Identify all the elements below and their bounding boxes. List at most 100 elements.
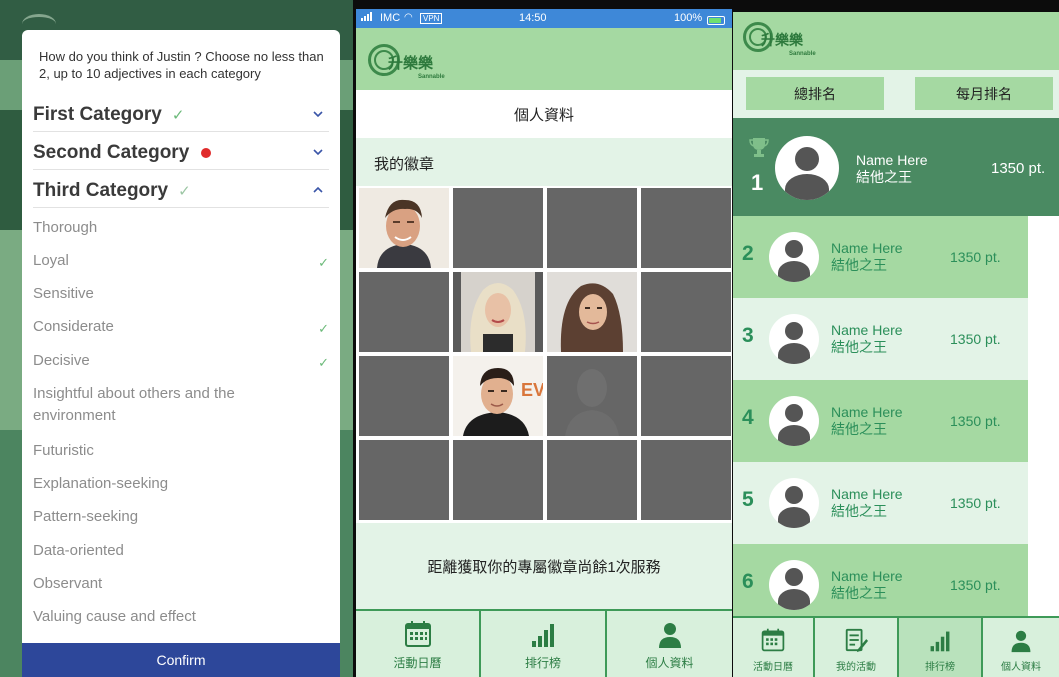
carrier-label: IMC — [380, 12, 401, 24]
adjective-label: Decisive — [33, 352, 90, 369]
category-first[interactable]: First Category ✓ — [33, 98, 329, 132]
badge-locked[interactable] — [547, 440, 637, 520]
app-logo: 升樂樂 Sannable — [743, 20, 833, 66]
badge-locked-silhouette[interactable] — [547, 356, 637, 436]
adjective-option[interactable]: Thorough — [33, 217, 329, 239]
rank-number: 3 — [742, 324, 754, 347]
adjective-label: Observant — [33, 575, 103, 592]
player-name: Name Here — [831, 240, 903, 256]
rank-number: 5 — [742, 488, 754, 511]
player-name: Name Here — [856, 152, 928, 168]
ranking-row[interactable]: 4 Name Here 結他之王 1350 pt. — [733, 380, 1028, 462]
badge-locked[interactable] — [359, 356, 449, 436]
rank-number: 2 — [742, 242, 754, 265]
nav-label: 我的活動 — [836, 662, 876, 673]
adjective-option[interactable]: Sensitive — [33, 283, 329, 305]
svg-text:EV: EV — [521, 380, 543, 400]
error-dot-icon — [201, 147, 212, 158]
player-points: 1350 pt. — [950, 413, 1001, 429]
player-title: 結他之王 — [831, 585, 887, 601]
adjective-option[interactable]: Insightful about others and the environm… — [33, 383, 273, 427]
category-third[interactable]: Third Category ✓ — [33, 174, 329, 208]
badge-photo-brunette-woman[interactable] — [547, 272, 637, 352]
avatar — [769, 314, 819, 364]
avatar — [769, 478, 819, 528]
person-icon — [658, 623, 681, 648]
badge-locked[interactable] — [641, 272, 731, 352]
tab-monthly-ranking[interactable]: 每月排名 — [915, 77, 1053, 110]
portrait-image: EV — [453, 356, 543, 436]
adjective-option[interactable]: Pattern-seeking — [33, 506, 329, 528]
chevron-down-icon[interactable] — [311, 145, 325, 159]
badges-heading: 我的徽章 — [356, 138, 732, 186]
ranking-row[interactable]: 3 Name Here 結他之王 1350 pt. — [733, 298, 1028, 380]
adjective-option[interactable]: Data-oriented — [33, 540, 329, 562]
chevron-down-icon[interactable] — [311, 107, 325, 121]
chevron-up-icon[interactable] — [311, 183, 325, 197]
adjective-option[interactable]: Decisive ✓ — [33, 350, 329, 372]
badge-locked[interactable] — [641, 440, 731, 520]
app-header: 升樂樂 Sannable — [733, 12, 1059, 70]
nav-item-calendar[interactable]: 活動日曆 — [356, 611, 481, 677]
category-title: Third Category — [33, 179, 169, 201]
nav-item-profile[interactable]: 個人資料 — [983, 618, 1059, 677]
badge-locked[interactable] — [359, 440, 449, 520]
badge-locked[interactable] — [641, 356, 731, 436]
nav-item-ranking[interactable]: 排行榜 — [899, 618, 983, 677]
badge-locked[interactable] — [547, 188, 637, 268]
check-icon: ✓ — [318, 255, 329, 270]
logo-subtext: Sannable — [418, 74, 445, 80]
ranking-row[interactable]: 5 Name Here 結他之王 1350 pt. — [733, 462, 1028, 544]
logo-text: 升樂樂 — [761, 33, 803, 49]
app-header: 升樂樂 Sannable — [356, 28, 732, 90]
player-title: 結他之王 — [831, 339, 887, 355]
adjective-label: Loyal — [33, 252, 69, 269]
adjective-option[interactable]: Valuing cause and effect — [33, 606, 329, 628]
badge-photo-man-portrait[interactable] — [359, 188, 449, 268]
badge-locked[interactable] — [641, 188, 731, 268]
rank-number: 1 — [751, 170, 764, 195]
ranking-row-first[interactable]: 1 Name Here 結他之王 1350 pt. — [733, 118, 1059, 216]
badge-locked[interactable] — [453, 188, 543, 268]
nav-item-ranking[interactable]: 排行榜 — [481, 611, 607, 677]
calendar-icon — [404, 621, 431, 647]
nav-item-calendar[interactable]: 活動日曆 — [733, 618, 815, 677]
adjective-label: Futuristic — [33, 442, 94, 459]
category-title: First Category — [33, 103, 162, 125]
badge-photo-man-event[interactable]: EV — [453, 356, 543, 436]
nav-label: 排行榜 — [925, 662, 955, 673]
check-icon: ✓ — [318, 321, 329, 336]
adjective-option[interactable]: Explanation-seeking — [33, 473, 329, 495]
vpn-badge: VPN — [420, 13, 443, 24]
portrait-image — [359, 188, 449, 268]
logo-subtext: Sannable — [789, 51, 816, 57]
ranking-row[interactable]: 2 Name Here 結他之王 1350 pt. — [733, 216, 1028, 298]
badge-photo-blonde-woman[interactable] — [453, 272, 543, 352]
category-second[interactable]: Second Category — [33, 136, 329, 170]
edit-list-icon — [845, 628, 869, 653]
badge-locked[interactable] — [359, 272, 449, 352]
player-title: 結他之王 — [831, 421, 887, 437]
check-icon: ✓ — [318, 355, 329, 370]
player-points: 1350 pt. — [950, 495, 1001, 511]
adjective-option[interactable]: Loyal ✓ — [33, 250, 329, 272]
ranking-row[interactable]: 6 Name Here 結他之王 1350 pt. — [733, 544, 1028, 616]
adjective-option[interactable]: Considerate ✓ — [33, 316, 329, 338]
player-title: 結他之王 — [831, 503, 887, 519]
player-name: Name Here — [831, 404, 903, 420]
adjective-option[interactable]: Futuristic — [33, 440, 329, 462]
tab-overall-ranking[interactable]: 總排名 — [746, 77, 884, 110]
nav-item-my-activities[interactable]: 我的活動 — [815, 618, 899, 677]
adjective-label: Pattern-seeking — [33, 508, 139, 525]
profile-screen: IMC ◠ VPN 14:50 100% 升樂樂 Sannable 個人資料 我… — [356, 9, 732, 677]
avatar-head — [785, 240, 803, 258]
player-name: Name Here — [831, 486, 903, 502]
player-name: Name Here — [831, 322, 903, 338]
calendar-icon — [761, 628, 785, 652]
confirm-button[interactable]: Confirm — [22, 643, 340, 677]
nav-item-profile[interactable]: 個人資料 — [607, 611, 732, 677]
nav-label: 活動日曆 — [753, 662, 793, 673]
player-points: 1350 pt. — [950, 331, 1001, 347]
badge-locked[interactable] — [453, 440, 543, 520]
adjective-option[interactable]: Observant — [33, 573, 329, 595]
